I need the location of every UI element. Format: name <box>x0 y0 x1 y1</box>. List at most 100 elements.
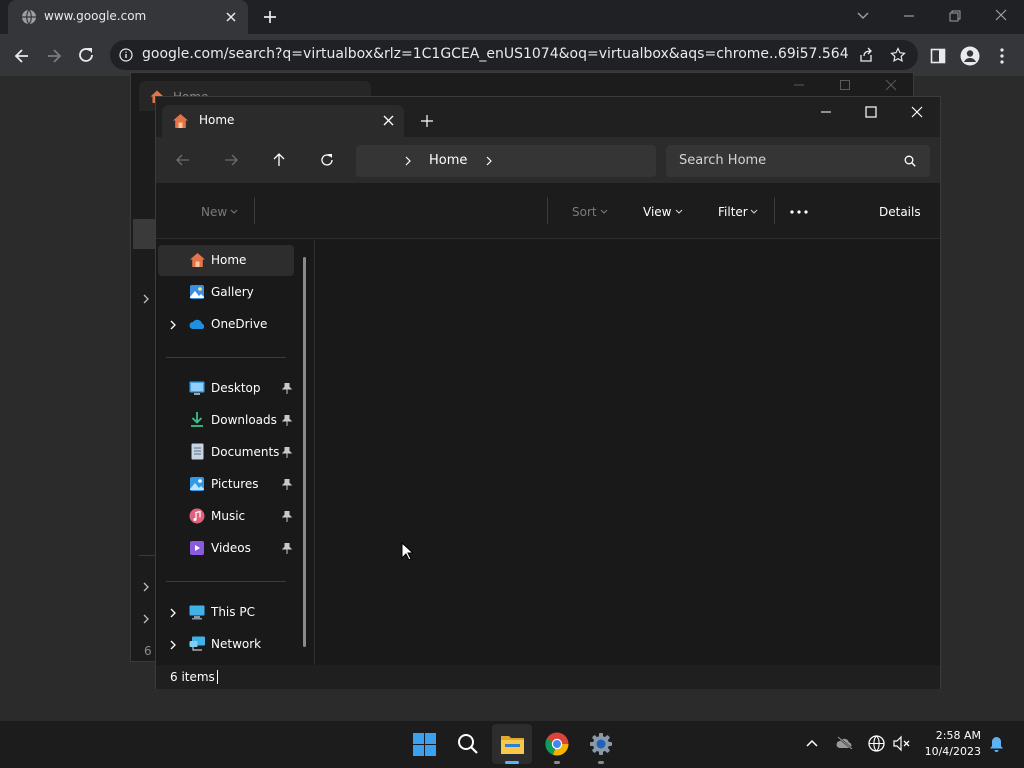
nav-item-this-pc[interactable]: This PC <box>158 597 294 628</box>
chevron-up-icon[interactable] <box>806 739 818 747</box>
forward-arrow-icon[interactable] <box>224 154 238 166</box>
chrome-restore-icon[interactable] <box>948 9 962 23</box>
details-button[interactable]: Details <box>879 205 921 219</box>
bg-close-icon[interactable] <box>885 79 897 91</box>
onedrive-offline-icon[interactable] <box>836 736 854 750</box>
chevron-right-icon[interactable] <box>169 640 177 650</box>
chevron-right-icon[interactable] <box>169 608 177 618</box>
close-tab-icon[interactable] <box>383 115 394 126</box>
nav-item-gallery[interactable]: Gallery <box>158 277 294 308</box>
nav-item-desktop[interactable]: Desktop <box>158 373 294 404</box>
nav-item-label: Home <box>211 253 247 267</box>
file-explorer-window[interactable]: Home Home Search Home New Sort View Filt… <box>155 96 941 689</box>
bg-nav-selection <box>133 219 155 249</box>
pin-icon[interactable] <box>282 511 292 522</box>
chrome-close-icon[interactable] <box>994 8 1008 22</box>
reload-icon[interactable] <box>77 46 95 64</box>
toolbar-divider <box>547 197 548 224</box>
globe-icon <box>21 9 37 25</box>
nav-item-onedrive[interactable]: OneDrive <box>158 309 294 340</box>
back-icon[interactable] <box>13 47 31 65</box>
nav-item-music[interactable]: Music <box>158 501 294 532</box>
back-arrow-icon[interactable] <box>176 154 190 166</box>
nav-item-label: Desktop <box>211 381 261 395</box>
search-icon[interactable] <box>457 733 479 755</box>
nav-item-label: Gallery <box>211 285 254 299</box>
pin-icon[interactable] <box>282 447 292 458</box>
nav-item-network[interactable]: Network <box>158 629 294 660</box>
downloads-icon <box>190 411 204 428</box>
nav-divider <box>166 581 286 582</box>
refresh-icon[interactable] <box>320 153 334 167</box>
windows-start-icon[interactable] <box>413 733 436 756</box>
close-icon[interactable] <box>911 106 923 118</box>
active-app-indicator <box>505 761 519 764</box>
profile-icon[interactable] <box>960 46 980 66</box>
clock-date[interactable]: 10/4/2023 <box>920 745 981 758</box>
chrome-menu-icon[interactable] <box>998 47 1006 65</box>
nav-item-home[interactable]: Home <box>158 245 294 276</box>
up-arrow-icon[interactable] <box>273 153 285 167</box>
music-icon <box>189 508 205 524</box>
bg-maximize-icon[interactable] <box>839 79 851 91</box>
settings-gear-icon[interactable] <box>589 732 613 756</box>
breadcrumb-home[interactable]: Home <box>429 153 467 168</box>
chrome-taskbar-icon[interactable] <box>545 732 569 756</box>
file-explorer-taskbar-icon[interactable] <box>500 733 525 755</box>
nav-item-label: Downloads <box>211 413 277 427</box>
content-pane[interactable] <box>315 240 940 664</box>
nav-pane-scrollbar[interactable] <box>303 257 306 647</box>
pictures-icon <box>189 476 205 492</box>
network-globe-icon[interactable] <box>868 735 885 752</box>
view-button[interactable]: View <box>643 205 671 219</box>
volume-muted-icon[interactable] <box>893 735 911 752</box>
chevron-right-icon[interactable] <box>141 614 151 624</box>
mouse-cursor-icon <box>401 542 413 561</box>
filter-button[interactable]: Filter <box>718 205 748 219</box>
new-tab-icon[interactable] <box>421 115 433 127</box>
close-tab-icon[interactable] <box>225 11 237 23</box>
side-panel-icon[interactable] <box>930 48 946 64</box>
chevron-down-icon <box>600 209 608 215</box>
pin-icon[interactable] <box>282 543 292 554</box>
chrome-tab[interactable]: www.google.com <box>8 0 248 34</box>
explorer-tab[interactable]: Home <box>162 105 404 137</box>
share-icon[interactable] <box>858 47 874 63</box>
nav-item-pictures[interactable]: Pictures <box>158 469 294 500</box>
tab-search-icon[interactable] <box>856 9 870 23</box>
chevron-right-icon[interactable] <box>404 156 412 166</box>
site-info-icon[interactable] <box>119 48 133 62</box>
new-tab-icon[interactable] <box>262 9 278 25</box>
address-bar[interactable]: Home <box>356 145 656 177</box>
chevron-right-icon[interactable] <box>485 156 493 166</box>
pin-icon[interactable] <box>282 383 292 394</box>
sort-button[interactable]: Sort <box>572 205 597 219</box>
forward-icon[interactable] <box>45 47 63 65</box>
bg-minimize-icon[interactable] <box>793 79 805 91</box>
nav-item-documents[interactable]: Documents <box>158 437 294 468</box>
pin-icon[interactable] <box>282 479 292 490</box>
bookmark-star-icon[interactable] <box>890 47 906 63</box>
nav-item-label: Pictures <box>211 477 259 491</box>
new-button[interactable]: New <box>201 205 227 219</box>
more-options-icon[interactable] <box>790 210 808 214</box>
network-icon <box>189 636 206 652</box>
chrome-minimize-icon[interactable] <box>902 9 916 23</box>
nav-item-videos[interactable]: Videos <box>158 533 294 564</box>
url-text: google.com/search?q=virtualbox&rlz=1C1GC… <box>142 46 848 62</box>
minimize-icon[interactable] <box>820 106 832 118</box>
nav-item-downloads[interactable]: Downloads <box>158 405 294 436</box>
status-bar: 6 items <box>156 665 940 689</box>
chevron-right-icon[interactable] <box>141 294 151 304</box>
notification-bell-icon[interactable] <box>989 736 1004 752</box>
home-icon <box>172 113 189 129</box>
search-box[interactable]: Search Home <box>666 145 930 177</box>
search-icon[interactable] <box>904 155 916 167</box>
omnibox[interactable]: google.com/search?q=virtualbox&rlz=1C1GC… <box>110 40 918 70</box>
maximize-icon[interactable] <box>865 106 877 118</box>
pin-icon[interactable] <box>282 415 292 426</box>
chevron-right-icon[interactable] <box>141 582 151 592</box>
clock-time[interactable]: 2:58 AM <box>920 729 981 742</box>
chevron-right-icon[interactable] <box>169 320 177 330</box>
bg-nav-divider <box>139 555 155 556</box>
